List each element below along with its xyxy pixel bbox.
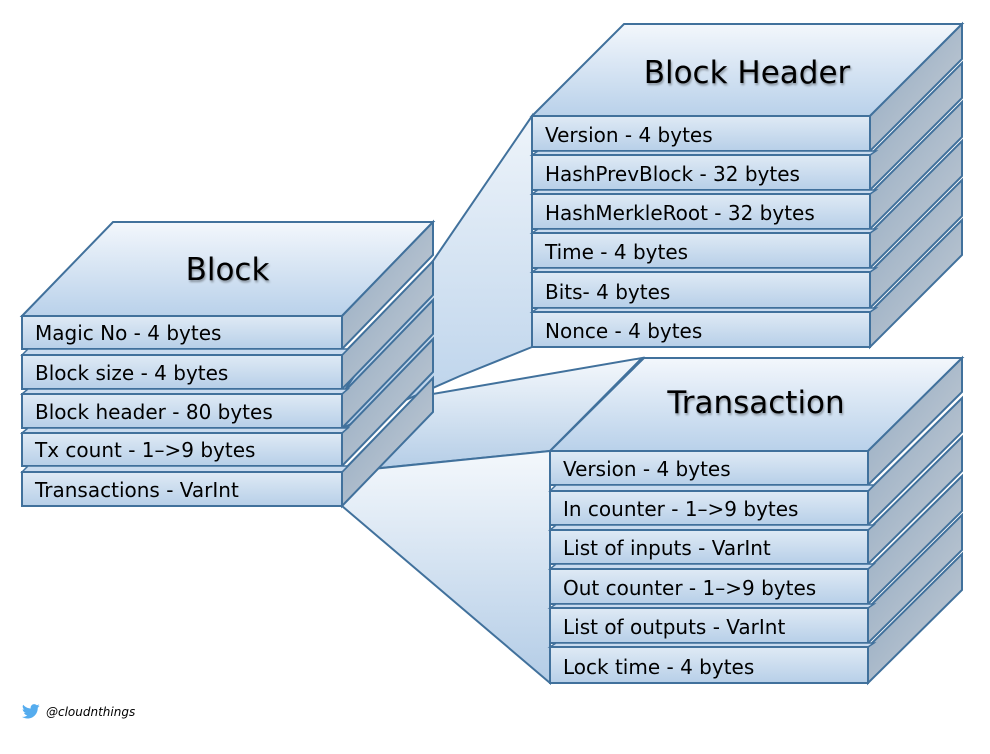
- transaction-row-label: In counter - 1–>9 bytes: [563, 497, 798, 521]
- transaction-row-label: Version - 4 bytes: [563, 457, 731, 481]
- block_header-row-label: HashPrevBlock - 32 bytes: [545, 162, 800, 186]
- credit: @cloudnthings: [22, 704, 135, 719]
- twitter-bird-icon: [22, 704, 40, 719]
- transaction-row-label: List of inputs - VarInt: [563, 536, 771, 560]
- block_header-row-label: Time - 4 bytes: [544, 240, 688, 264]
- block_header-row-label: Version - 4 bytes: [545, 123, 713, 147]
- transaction-row: In counter - 1–>9 bytes: [548, 484, 876, 526]
- transaction-row: List of inputs - VarInt: [547, 524, 877, 565]
- block-row-label: Block header - 80 bytes: [35, 400, 273, 424]
- block-header-stack: Version - 4 bytes HashPrevBlock - 32 byte…: [529, 21, 965, 350]
- block-row-label: Transactions - VarInt: [34, 478, 239, 502]
- transaction-title: Transaction: [666, 385, 844, 421]
- block_header-row: Time - 4 bytes: [529, 228, 879, 269]
- transaction-row-label: List of outputs - VarInt: [563, 615, 785, 639]
- transaction-row-label: Out counter - 1–>9 bytes: [563, 576, 816, 600]
- transaction-row: Out counter - 1–>9 bytes: [547, 563, 877, 605]
- block_header-row-label: Bits- 4 bytes: [545, 280, 670, 304]
- block_header-row: Nonce - 4 bytes: [529, 307, 879, 348]
- block_header-row: Bits- 4 bytes: [529, 267, 879, 309]
- block-row: Magic No - 4 bytes: [21, 315, 343, 350]
- block-structure-diagram: Magic No - 4 bytes Block size - 4 bytes Bl…: [19, 21, 965, 686]
- transaction-row: Lock time - 4 bytes: [547, 642, 877, 684]
- transaction-stack: Version - 4 bytes In counter - 1–>9 bytes…: [547, 355, 965, 686]
- block-row: Tx count - 1–>9 bytes: [19, 427, 351, 467]
- block-title: Block: [186, 252, 270, 288]
- block_header-row: HashPrevBlock - 32 bytes: [529, 150, 879, 191]
- block-stack: Magic No - 4 bytes Block size - 4 bytes Bl…: [19, 219, 436, 509]
- transaction-funnel-front: [341, 449, 551, 686]
- block-row: Block size - 4 bytes: [20, 348, 350, 390]
- block_header-row: HashMerkleRoot - 32 bytes: [529, 189, 879, 230]
- block-row: Transactions - VarInt: [20, 465, 350, 507]
- block-row-label: Tx count - 1–>9 bytes: [34, 438, 255, 462]
- block_header-row-label: HashMerkleRoot - 32 bytes: [545, 201, 815, 225]
- block-row-label: Magic No - 4 bytes: [35, 321, 221, 345]
- transaction-row: List of outputs - VarInt: [547, 603, 877, 644]
- block_header-row-label: Nonce - 4 bytes: [545, 319, 702, 343]
- block-row-label: Block size - 4 bytes: [35, 361, 228, 385]
- block-row: Block header - 80 bytes: [19, 388, 351, 429]
- transaction-row-label: Lock time - 4 bytes: [563, 655, 754, 679]
- block_header-title: Block Header: [644, 55, 851, 91]
- block_header-row: Version - 4 bytes: [531, 115, 871, 152]
- twitter-handle: @cloudnthings: [46, 704, 136, 719]
- transaction-row: Version - 4 bytes: [549, 450, 869, 486]
